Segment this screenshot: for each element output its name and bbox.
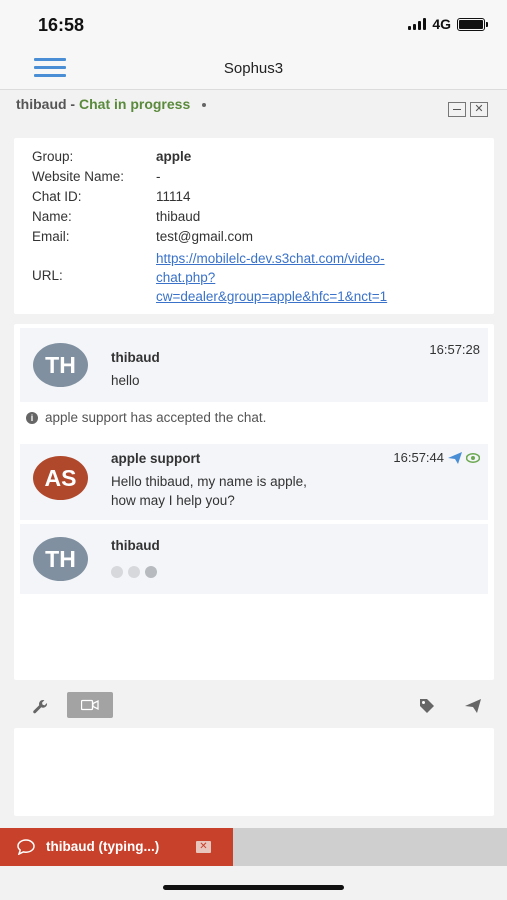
send-icon[interactable] <box>465 699 481 713</box>
message-time: 16:57:44 <box>393 450 444 465</box>
tags-icon[interactable] <box>419 698 437 714</box>
video-call-button[interactable] <box>67 692 113 718</box>
chat-tab-thibaud[interactable]: thibaud (typing...) ✕ <box>0 828 233 866</box>
chat-user-name: thibaud <box>16 96 67 112</box>
status-time: 16:58 <box>38 15 85 35</box>
group-value: apple <box>156 149 192 164</box>
wrench-icon[interactable] <box>32 699 48 715</box>
url-link[interactable]: https://mobilelc-dev.s3chat.com/video- c… <box>156 249 387 306</box>
chat-header: thibaud - Chat in progress ✕ <box>16 96 494 126</box>
message-text-line: how may I help you? <box>111 493 235 508</box>
message-list: TH thibaud 16:57:28 hello i apple suppor… <box>14 324 494 680</box>
message-author: thibaud <box>111 350 160 365</box>
status-bar: 16:58 4G <box>0 0 507 48</box>
email-value: test@gmail.com <box>156 229 253 244</box>
network-type: 4G <box>432 16 451 32</box>
group-label: Group: <box>32 149 74 164</box>
chat-tabs-bar: thibaud (typing...) ✕ <box>0 828 507 866</box>
home-indicator <box>163 885 344 890</box>
chat-id-value: 11114 <box>156 189 191 204</box>
message-item: TH thibaud <box>20 524 488 594</box>
info-icon: i <box>26 411 38 424</box>
message-text: hello <box>111 373 140 388</box>
website-value: - <box>156 169 161 184</box>
message-time: 16:57:28 <box>429 342 480 357</box>
avatar: AS <box>33 456 88 500</box>
chat-tab-label: thibaud (typing...) <box>46 839 160 854</box>
url-line[interactable]: https://mobilelc-dev.s3chat.com/video- <box>156 251 385 266</box>
chat-id-label: Chat ID: <box>32 189 82 204</box>
message-input[interactable] <box>14 728 494 816</box>
message-author: thibaud <box>111 538 160 553</box>
status-indicators: 4G <box>408 16 488 32</box>
website-label: Website Name: <box>32 169 125 184</box>
message-text: Hello thibaud, my name is apple, how may… <box>111 472 361 510</box>
email-label: Email: <box>32 229 70 244</box>
message-text-line: Hello thibaud, my name is apple, <box>111 474 307 489</box>
message-item: TH thibaud 16:57:28 hello <box>20 328 488 402</box>
name-value: thibaud <box>156 209 201 224</box>
message-item: AS apple support 16:57:44 Hello thibaud,… <box>20 444 488 520</box>
chat-window-controls: ✕ <box>448 102 488 117</box>
url-line[interactable]: chat.php? <box>156 270 215 285</box>
video-camera-icon <box>81 699 99 711</box>
battery-icon <box>457 17 488 31</box>
close-tab-icon[interactable]: ✕ <box>196 841 211 853</box>
url-label: URL: <box>32 268 63 283</box>
name-label: Name: <box>32 209 72 224</box>
message-author: apple support <box>111 451 201 466</box>
visitor-info-card: Group: apple Website Name: - Chat ID: 11… <box>14 138 494 314</box>
app-title: Sophus3 <box>223 60 284 77</box>
system-note: i apple support has accepted the chat. <box>26 410 266 425</box>
app-header: Sophus3 <box>0 48 507 90</box>
message-meta: 16:57:44 <box>393 450 480 465</box>
message-composer[interactable] <box>14 728 494 816</box>
chat-bubble-icon <box>17 839 35 855</box>
avatar: TH <box>33 537 88 581</box>
chat-toolbar <box>14 688 494 724</box>
status-dot-icon <box>202 102 207 107</box>
avatar: TH <box>33 343 88 387</box>
typing-indicator <box>111 566 157 578</box>
system-note-text: apple support has accepted the chat. <box>45 410 267 425</box>
seen-eye-icon <box>466 452 480 463</box>
minimize-icon[interactable] <box>448 102 466 117</box>
sent-icon <box>448 451 462 464</box>
url-line[interactable]: cw=dealer&group=apple&hfc=1&nct=1 <box>156 289 387 304</box>
chat-separator: - <box>66 96 79 112</box>
close-icon[interactable]: ✕ <box>470 102 488 117</box>
chat-status: Chat in progress <box>79 96 191 112</box>
cellular-signal-icon <box>408 18 427 30</box>
